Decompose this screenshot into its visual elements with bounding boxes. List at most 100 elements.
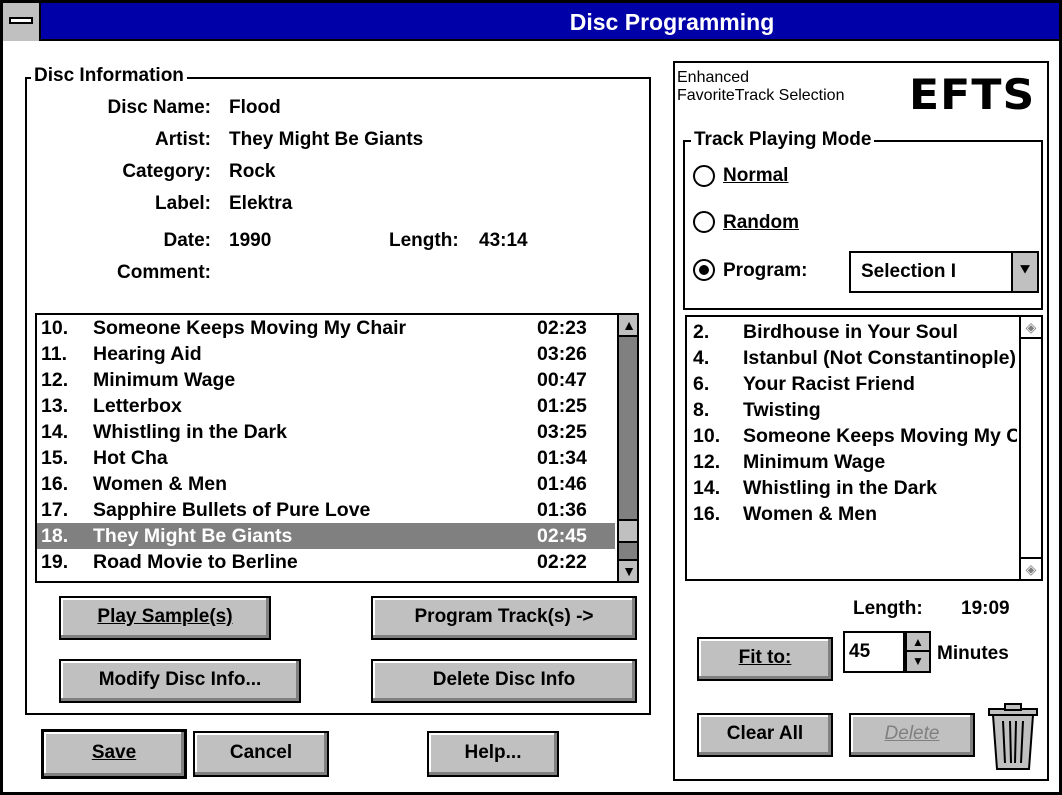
program-length-label: Length: — [853, 598, 923, 619]
track-time: 03:25 — [537, 421, 587, 443]
trash-can-icon[interactable] — [983, 703, 1043, 773]
spin-down-icon[interactable]: ▼ — [907, 652, 929, 671]
minutes-label: Minutes — [937, 643, 1009, 664]
track-row[interactable]: 14. Whistling in the Dark 03:25 — [37, 419, 615, 445]
program-row[interactable]: 2. Birdhouse in Your Soul — [687, 319, 1017, 345]
track-row[interactable]: 11. Hearing Aid 03:26 — [37, 341, 615, 367]
track-title: Whistling in the Dark — [93, 421, 287, 443]
program-track-number: 10. — [693, 425, 721, 447]
fit-to-button[interactable]: Fit to: — [697, 637, 833, 681]
track-list-scrollbar[interactable]: ▲ ▼ — [617, 315, 637, 581]
label-label: Label: — [155, 193, 211, 214]
track-number: 10. — [41, 317, 69, 339]
program-row[interactable]: 8. Twisting — [687, 397, 1017, 423]
disc-name-value: Flood — [229, 97, 281, 118]
program-radio-label[interactable]: Program: — [723, 260, 807, 282]
track-list[interactable]: 10. Someone Keeps Moving My Chair 02:23 11.… — [35, 313, 639, 583]
system-menu-icon[interactable] — [3, 3, 41, 41]
track-number: 15. — [41, 447, 69, 469]
track-number: 19. — [41, 551, 69, 573]
program-tracks-button[interactable]: Program Track(s) -> — [371, 596, 637, 640]
dropdown-arrow-icon[interactable]: ⯆ — [1011, 253, 1037, 291]
track-number: 14. — [41, 421, 69, 443]
program-row[interactable]: 12. Minimum Wage — [687, 449, 1017, 475]
program-track-title: Twisting — [743, 399, 821, 421]
random-radio-label[interactable]: Random — [723, 212, 799, 234]
spin-up-icon[interactable]: ▲ — [907, 633, 929, 652]
track-title: Someone Keeps Moving My Chair — [93, 317, 407, 339]
program-track-title: Minimum Wage — [743, 451, 886, 473]
track-title: They Might Be Giants — [93, 525, 293, 547]
length-value: 43:14 — [479, 230, 528, 251]
track-number: 13. — [41, 395, 69, 417]
comment-label: Comment: — [117, 262, 211, 283]
date-label: Date: — [163, 230, 211, 251]
program-list-scrollbar: ◈ ◈ — [1019, 317, 1041, 579]
track-title: Women & Men — [93, 473, 227, 495]
category-value: Rock — [229, 161, 276, 182]
help-button[interactable]: Help... — [427, 731, 559, 777]
up-arrow-icon: ◈ — [1021, 317, 1041, 339]
track-number: 12. — [41, 369, 69, 391]
track-title: Hot Cha — [93, 447, 168, 469]
scroll-thumb[interactable] — [619, 519, 637, 543]
program-track-number: 12. — [693, 451, 721, 473]
play-sample-button[interactable]: Play Sample(s) — [59, 596, 271, 640]
track-row[interactable]: 18. They Might Be Giants 02:45 — [37, 523, 615, 549]
track-title: Hearing Aid — [93, 343, 202, 365]
track-row[interactable]: 12. Minimum Wage 00:47 — [37, 367, 615, 393]
minutes-input[interactable]: 45 — [843, 631, 905, 673]
date-value: 1990 — [229, 230, 272, 251]
track-number: 16. — [41, 473, 69, 495]
program-row[interactable]: 16. Women & Men — [687, 501, 1017, 527]
program-select[interactable]: Selection I ⯆ — [849, 251, 1039, 293]
program-length-value: 19:09 — [961, 598, 1010, 619]
program-track-title: Birdhouse in Your Soul — [743, 321, 958, 343]
track-row[interactable]: 13. Letterbox 01:25 — [37, 393, 615, 419]
program-track-title: Someone Keeps Moving My Chair — [743, 425, 1017, 447]
cancel-button[interactable]: Cancel — [193, 731, 329, 777]
title-bar[interactable]: Disc Programming — [3, 3, 1059, 41]
track-row[interactable]: 15. Hot Cha 01:34 — [37, 445, 615, 471]
track-title: Road Movie to Berline — [93, 551, 298, 573]
track-row[interactable]: 19. Road Movie to Berline 02:22 — [37, 549, 615, 575]
program-track-title: Women & Men — [743, 503, 877, 525]
track-title: Sapphire Bullets of Pure Love — [93, 499, 371, 521]
program-select-value: Selection I — [861, 261, 957, 282]
program-list[interactable]: 2. Birdhouse in Your Soul 4. Istanbul (Not … — [685, 315, 1043, 581]
artist-value: They Might Be Giants — [229, 129, 424, 150]
window: Disc Programming Disc Information Disc N… — [0, 0, 1062, 795]
minutes-spinner[interactable]: ▲ ▼ — [905, 631, 931, 673]
efts-logo: EFTS — [909, 70, 1036, 119]
program-row[interactable]: 4. Istanbul (Not Constantinople) — [687, 345, 1017, 371]
clear-all-button[interactable]: Clear All — [697, 713, 833, 757]
normal-radio[interactable] — [693, 165, 715, 187]
track-row[interactable]: 10. Someone Keeps Moving My Chair 02:23 — [37, 315, 615, 341]
down-arrow-icon[interactable]: ▼ — [619, 559, 637, 581]
track-time: 01:25 — [537, 395, 587, 417]
program-radio[interactable] — [693, 259, 715, 281]
modify-disc-info-button[interactable]: Modify Disc Info... — [59, 659, 301, 703]
track-row[interactable]: 16. Women & Men 01:46 — [37, 471, 615, 497]
track-time: 00:47 — [537, 369, 587, 391]
up-arrow-icon[interactable]: ▲ — [619, 315, 637, 337]
program-track-title: Whistling in the Dark — [743, 477, 937, 499]
program-track-number: 6. — [693, 373, 710, 395]
track-time: 01:36 — [537, 499, 587, 521]
program-track-number: 14. — [693, 477, 721, 499]
random-radio[interactable] — [693, 211, 715, 233]
track-row[interactable]: 17. Sapphire Bullets of Pure Love 01:36 — [37, 497, 615, 523]
track-title: Letterbox — [93, 395, 182, 417]
delete-disc-info-button[interactable]: Delete Disc Info — [371, 659, 637, 703]
save-button[interactable]: Save — [41, 729, 187, 779]
down-arrow-icon: ◈ — [1021, 557, 1041, 579]
window-title: Disc Programming — [569, 9, 775, 35]
normal-radio-label[interactable]: Normal — [723, 165, 788, 187]
program-row[interactable]: 10. Someone Keeps Moving My Chair — [687, 423, 1017, 449]
program-track-title: Istanbul (Not Constantinople) — [743, 347, 1016, 369]
program-track-number: 8. — [693, 399, 710, 421]
track-number: 17. — [41, 499, 69, 521]
label-value: Elektra — [229, 193, 293, 214]
program-row[interactable]: 6. Your Racist Friend — [687, 371, 1017, 397]
program-row[interactable]: 14. Whistling in the Dark — [687, 475, 1017, 501]
